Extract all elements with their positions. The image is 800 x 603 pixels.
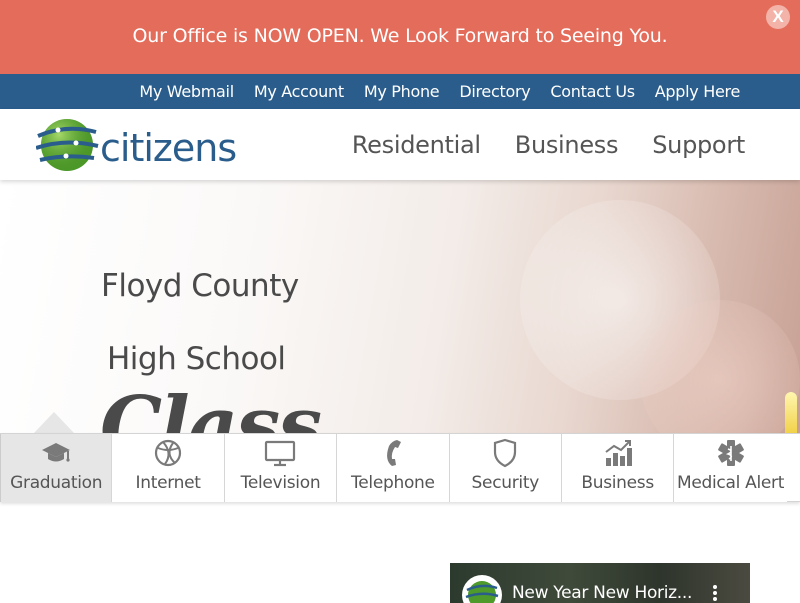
tab-label: Security	[471, 473, 540, 493]
globe-icon	[154, 439, 182, 467]
channel-avatar[interactable]	[462, 575, 502, 603]
tab-label: Internet	[135, 473, 201, 493]
nav-business[interactable]: Business	[515, 131, 619, 159]
tab-business[interactable]: Business	[561, 434, 675, 502]
tab-label: Telephone	[351, 473, 435, 493]
monitor-icon	[265, 440, 296, 467]
tab-graduation[interactable]: Graduation	[0, 434, 113, 502]
video-title[interactable]: New Year New Horiz...	[512, 583, 692, 603]
tab-television[interactable]: Television	[224, 434, 338, 502]
utility-link-contact[interactable]: Contact Us	[550, 82, 635, 101]
more-vertical-icon[interactable]	[707, 583, 723, 603]
hero-banner[interactable]: Floyd County High School Class	[0, 180, 800, 433]
utility-link-webmail[interactable]: My Webmail	[139, 82, 234, 101]
utility-link-account[interactable]: My Account	[254, 82, 344, 101]
hero-heading-line1: Floyd County	[101, 268, 299, 304]
video-embed[interactable]: New Year New Horiz...	[450, 563, 750, 603]
utility-link-phone[interactable]: My Phone	[364, 82, 440, 101]
alert-close-button[interactable]: X	[766, 5, 790, 29]
tab-label: Graduation	[10, 473, 103, 493]
phone-icon	[386, 440, 401, 466]
globe-logo-icon	[36, 119, 99, 171]
alert-banner: Our Office is NOW OPEN. We Look Forward …	[0, 0, 800, 74]
logo-wordmark: citizens	[100, 126, 237, 170]
active-tab-indicator	[34, 412, 74, 433]
shield-icon	[494, 438, 517, 468]
utility-bar: My Webmail My Account My Phone Directory…	[0, 74, 800, 109]
utility-link-apply[interactable]: Apply Here	[655, 82, 741, 101]
globe-logo-icon	[465, 581, 499, 603]
chart-icon	[605, 440, 632, 466]
nav-support[interactable]: Support	[652, 131, 745, 159]
alert-message: Our Office is NOW OPEN. We Look Forward …	[132, 25, 668, 47]
tab-label: Television	[240, 473, 321, 493]
tab-medical-alert[interactable]: Medical Alert	[674, 434, 787, 502]
nav-residential[interactable]: Residential	[352, 131, 481, 159]
tab-label: Medical Alert	[676, 473, 785, 493]
medical-icon	[717, 440, 744, 466]
citizens-logo[interactable]: citizens	[36, 116, 266, 174]
site-header: citizens Residential Business Support	[0, 109, 800, 180]
tab-label: Business	[581, 473, 654, 493]
tab-internet[interactable]: Internet	[112, 434, 225, 502]
service-tabs: Graduation Internet Television Telephone…	[0, 433, 800, 502]
candle-image	[785, 392, 797, 433]
hero-script-text: Class	[100, 380, 322, 433]
tab-security[interactable]: Security	[449, 434, 562, 502]
main-nav: Residential Business Support	[352, 109, 745, 180]
hero-heading-line2: High School	[107, 341, 286, 377]
utility-nav: My Webmail My Account My Phone Directory…	[139, 74, 740, 109]
graduation-cap-icon	[42, 443, 71, 462]
utility-link-directory[interactable]: Directory	[459, 82, 530, 101]
tab-telephone[interactable]: Telephone	[337, 434, 450, 502]
